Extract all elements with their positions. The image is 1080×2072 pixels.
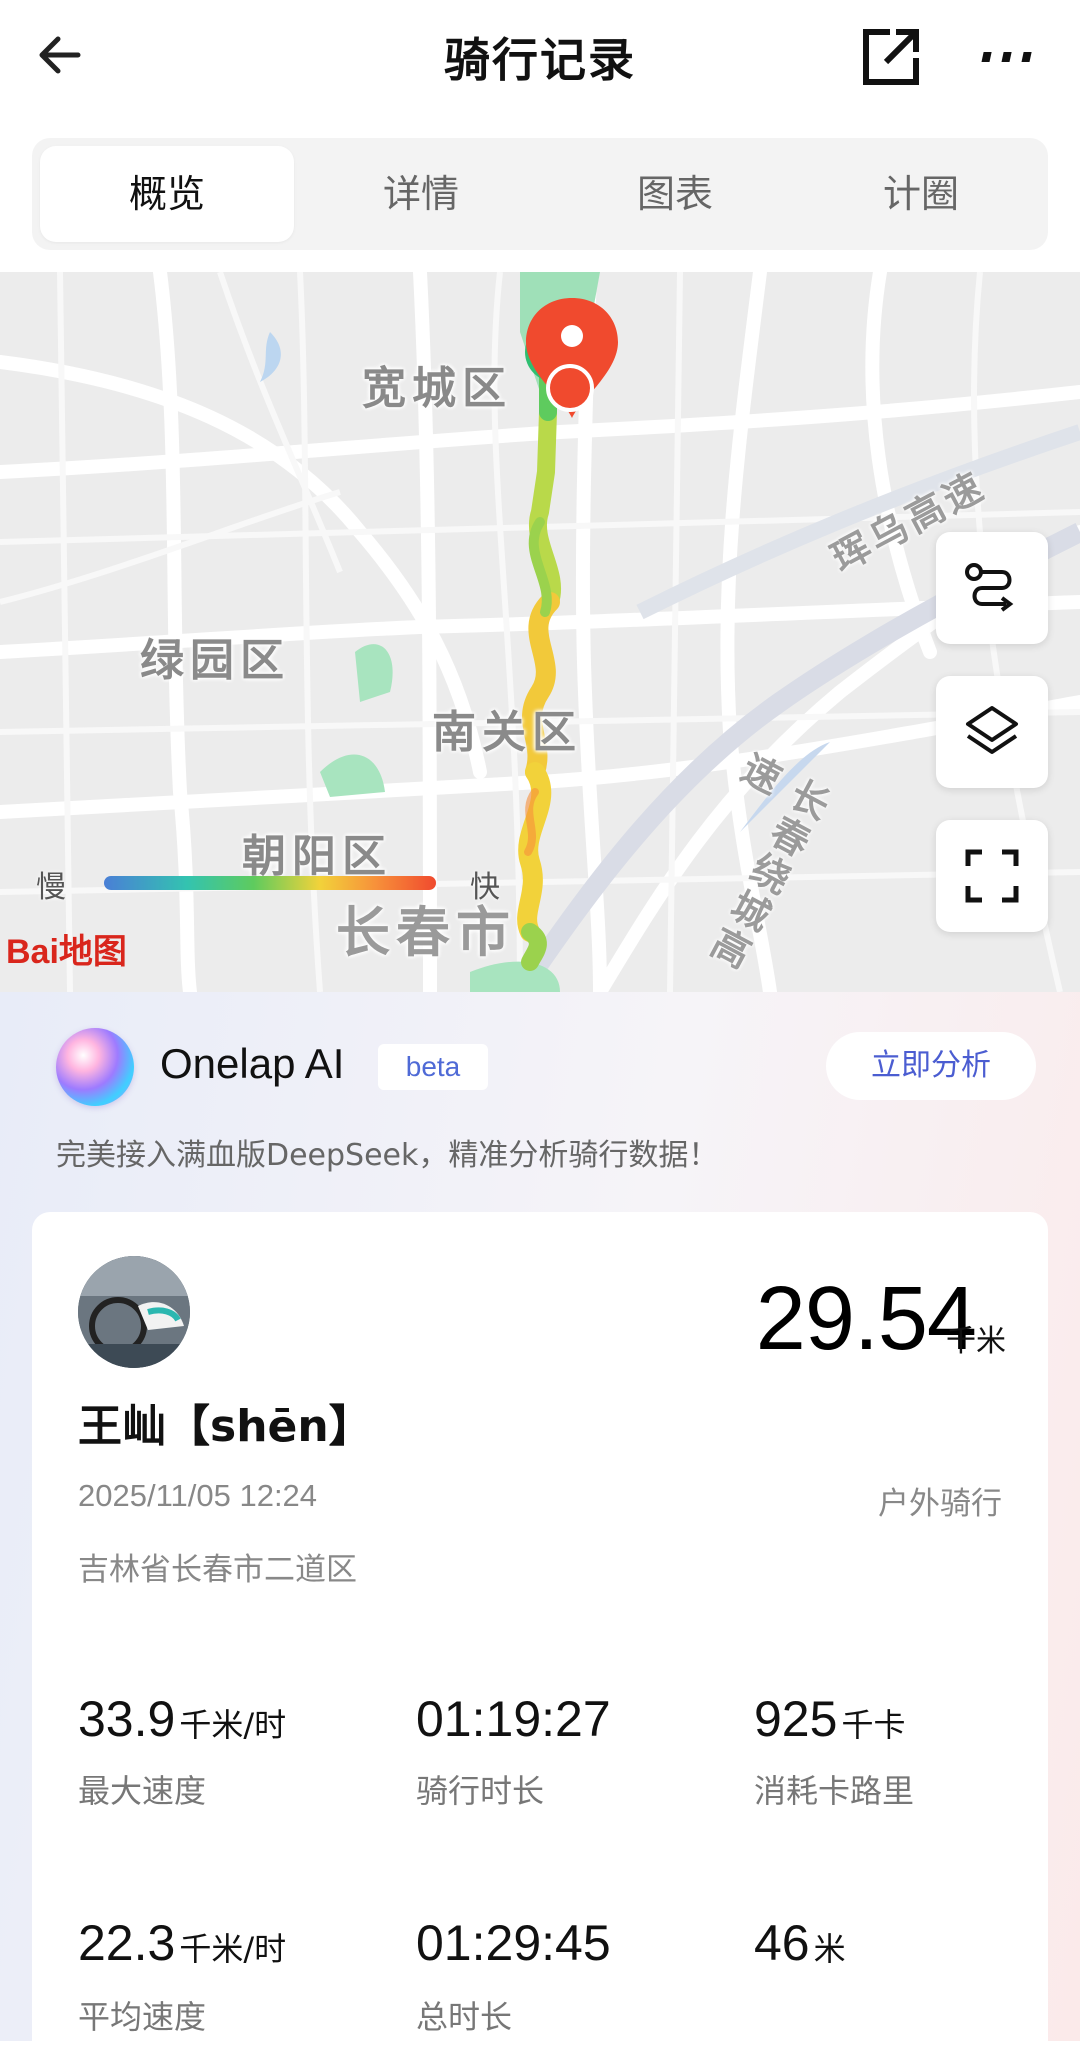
legend-slow-label: 慢 [36,870,66,905]
tab-details[interactable]: 详情 [294,146,548,242]
legend-fast-label: 快 [470,870,500,905]
district-label: 宽城区 [362,363,512,414]
stat-value: 22.3 千米/时 [78,1914,286,1972]
more-dots-icon [981,52,1032,62]
layers-button[interactable] [936,676,1048,788]
district-label: 朝阳区 [242,831,392,882]
stat-unit: 米 [813,1930,846,1968]
stat-value: 01:29:45 [416,1914,615,1972]
speed-legend-bar [104,876,436,890]
ai-description: 完美接入满血版DeepSeek，精准分析骑行数据！ [56,1138,719,1173]
distance-value: 29.54 [755,1269,977,1369]
ai-title: Onelap AI [160,1040,345,1087]
stat-value: 925 千卡 [754,1690,905,1748]
stat-label: 最大速度 [78,1772,207,1810]
fullscreen-icon [965,849,1019,903]
stat-label: 平均速度 [78,1998,207,2036]
user-name: 王屾【shēn】 [78,1401,373,1452]
share-button[interactable] [856,22,926,92]
stat-value: 33.9 千米/时 [78,1690,286,1748]
stat-number: 22.3 [78,1915,176,1971]
stat-value: 01:19:27 [416,1690,615,1748]
district-label: 绿园区 [140,635,290,686]
onelap-ai-logo-icon [56,1028,134,1106]
stat-label: 消耗卡路里 [754,1772,915,1810]
avatar[interactable] [78,1256,190,1368]
ride-location: 吉林省长春市二道区 [78,1552,357,1588]
stat-value: 46 米 [754,1914,846,1972]
avatar-photo-icon [78,1256,190,1368]
analyze-now-button[interactable]: 立即分析 [826,1032,1036,1100]
stat-number: 01:19:27 [416,1691,611,1747]
stat-label: 总时长 [416,1998,513,2036]
tab-overview[interactable]: 概览 [40,146,294,242]
ride-type: 户外骑行 [878,1486,1002,1522]
route-icon [965,563,1014,612]
tab-laps[interactable]: 计圈 [794,146,1048,242]
tab-charts[interactable]: 图表 [548,146,802,242]
stat-number: 46 [754,1915,810,1971]
layers-icon [966,706,1018,754]
stat-unit: 千卡 [841,1706,906,1744]
share-export-icon [863,29,919,85]
distance-unit: 千米 [946,1324,1006,1359]
stat-number: 33.9 [78,1691,176,1747]
route-map[interactable]: 宽城区 绿园区 南关区 朝阳区 长春市 珲乌高速 长春绕城高速 慢 快 Bai地… [0,272,1080,992]
baidu-map-logo: Bai地图 [6,924,127,984]
ride-datetime: 2025/11/05 12:24 [78,1478,318,1513]
tab-bar: 概览 详情 图表 计圈 [32,138,1048,250]
stat-unit: 千米/时 [179,1930,287,1968]
stat-unit: 千米/时 [179,1706,287,1744]
fullscreen-button[interactable] [936,820,1048,932]
baidu-logo-text: Bai地图 [6,933,127,971]
more-button[interactable] [980,22,1050,92]
app-header: 骑行记录 [0,0,1080,118]
stat-number: 01:29:45 [416,1915,611,1971]
beta-badge: beta [378,1044,488,1090]
route-button[interactable] [936,532,1048,644]
stat-number: 925 [754,1691,838,1747]
stat-label: 骑行时长 [416,1772,545,1810]
district-label: 南关区 [432,707,582,758]
